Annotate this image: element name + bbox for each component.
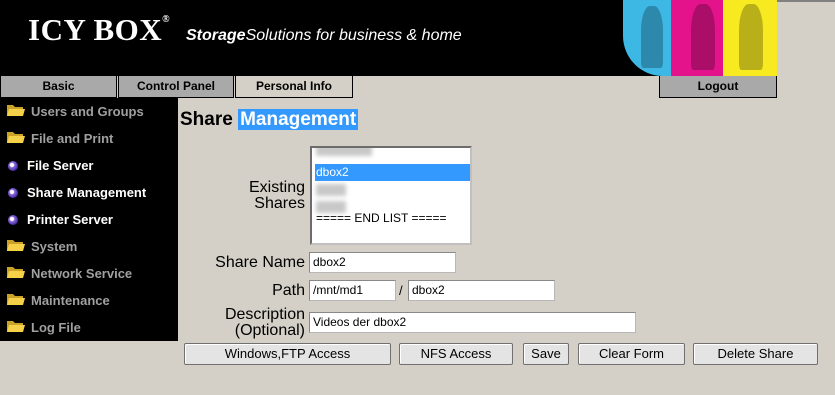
existing-shares-label-line2: Shares <box>254 195 305 212</box>
sidebar-item-users-and-groups[interactable]: Users and Groups <box>0 98 178 125</box>
sidebar-item-network-service[interactable]: Network Service <box>0 260 178 287</box>
sidebar-item-maintenance[interactable]: Maintenance <box>0 287 178 314</box>
sidebar-item-file-and-print[interactable]: File and Print <box>0 125 178 152</box>
tagline-rest: Solutions for business & home <box>245 27 462 44</box>
tab-basic[interactable]: Basic <box>0 76 117 98</box>
existing-shares-label: Existing Shares <box>215 180 305 212</box>
list-item[interactable] <box>315 148 470 158</box>
sidebar-item-label: File Server <box>27 158 94 173</box>
folder-icon <box>7 240 25 251</box>
bullet-icon <box>8 161 18 171</box>
list-item[interactable]: ===== END LIST ===== <box>315 210 470 227</box>
path-separator: / <box>399 283 403 298</box>
page-title-part1: Share <box>180 109 233 130</box>
art-figure <box>691 4 715 70</box>
folder-icon <box>7 132 25 143</box>
art-figure <box>739 4 763 70</box>
bullet-icon <box>8 215 18 225</box>
header-banner: ICY BOX® StorageSolutions for business &… <box>0 0 777 76</box>
sidebar-item-log-file[interactable]: Log File <box>0 314 178 341</box>
existing-shares-listbox[interactable]: dbox2 ===== END LIST ===== <box>310 146 472 245</box>
bullet-icon <box>8 188 18 198</box>
banner-artwork <box>623 0 777 76</box>
tab-control-panel[interactable]: Control Panel <box>118 76 234 98</box>
sidebar-item-label: Log File <box>31 320 81 335</box>
description-label-line2: (Optional) <box>234 322 305 339</box>
sidebar-item-label: Users and Groups <box>31 104 144 119</box>
description-label: Description (Optional) <box>195 307 305 339</box>
path-base-input[interactable]: /mnt/md1 <box>309 280 396 301</box>
existing-shares-label-line1: Existing <box>248 179 305 196</box>
windows-ftp-access-button[interactable]: Windows,FTP Access <box>184 343 391 365</box>
sidebar-item-label: Maintenance <box>31 293 110 308</box>
page-title: Share Management <box>180 109 359 131</box>
tab-personal-info[interactable]: Personal Info <box>235 76 353 98</box>
logout-button[interactable]: Logout <box>659 76 777 98</box>
share-name-input[interactable]: dbox2 <box>309 252 456 273</box>
list-item[interactable]: dbox2 <box>315 164 470 181</box>
sidebar-item-label: System <box>31 239 78 254</box>
redacted-text <box>316 184 346 196</box>
brand-logo: ICY BOX® <box>28 12 170 48</box>
description-label-line1: Description <box>224 306 305 323</box>
sidebar-item-label: Network Service <box>31 266 133 281</box>
page-title-part2: Management <box>238 109 359 130</box>
tagline-bold: Storage <box>186 27 246 44</box>
sidebar-item-label: Share Management <box>27 185 147 200</box>
folder-icon <box>7 267 25 278</box>
registered-mark: ® <box>162 14 171 25</box>
folder-icon <box>7 105 25 116</box>
sidebar-item-system[interactable]: System <box>0 233 178 260</box>
list-item[interactable] <box>315 181 470 198</box>
sidebar-item-label: Printer Server <box>27 212 113 227</box>
share-name-label: Share Name <box>215 254 305 271</box>
top-strip <box>777 0 835 2</box>
path-dir-input[interactable]: dbox2 <box>408 280 555 301</box>
redacted-text <box>316 148 372 156</box>
sidebar-item-printer-server[interactable]: Printer Server <box>0 206 178 233</box>
sidebar-item-share-management[interactable]: Share Management <box>0 179 178 206</box>
logo-text: ICY BOX <box>28 12 163 47</box>
save-button[interactable]: Save <box>523 343 569 365</box>
sidebar-item-file-server[interactable]: File Server <box>0 152 178 179</box>
sidebar: Users and Groups File and Print File Ser… <box>0 98 178 341</box>
tagline: StorageSolutions for business & home <box>186 27 462 45</box>
folder-icon <box>7 321 25 332</box>
folder-icon <box>7 294 25 305</box>
path-label: Path <box>272 282 305 299</box>
description-input[interactable]: Videos der dbox2 <box>309 312 636 333</box>
nfs-access-button[interactable]: NFS Access <box>399 343 513 365</box>
art-figure <box>641 6 663 68</box>
clear-form-button[interactable]: Clear Form <box>578 343 685 365</box>
sidebar-item-label: File and Print <box>31 131 114 146</box>
delete-share-button[interactable]: Delete Share <box>693 343 818 365</box>
